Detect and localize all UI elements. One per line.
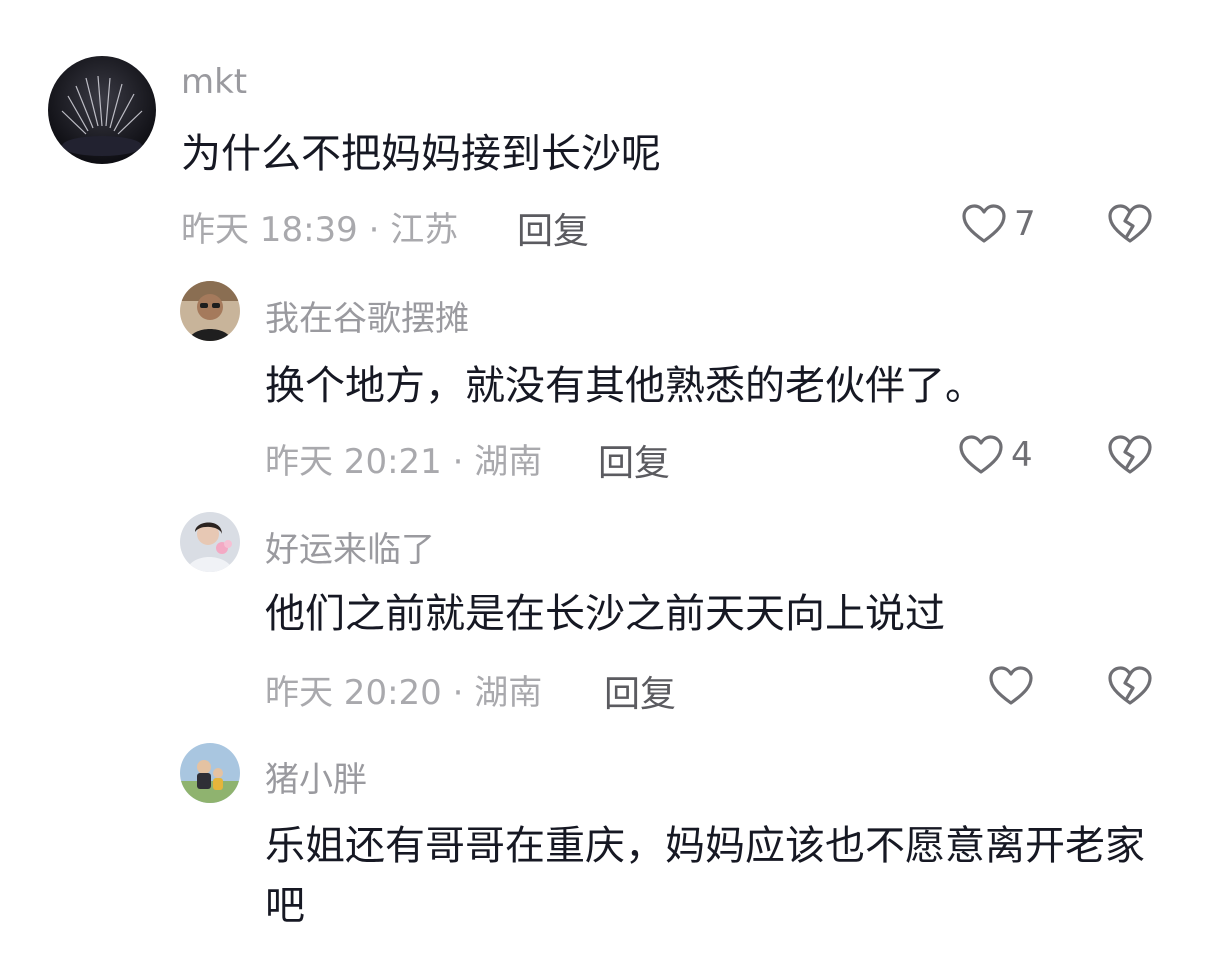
reply-item: 猪小胖 乐姐还有哥哥在重庆，妈妈应该也不愿意离开老家吧 bbox=[0, 0, 1206, 967]
avatar[interactable] bbox=[180, 743, 240, 803]
comment-text: 乐姐还有哥哥在重庆，妈妈应该也不愿意离开老家吧 bbox=[265, 823, 1145, 929]
comment-username[interactable]: 猪小胖 bbox=[265, 752, 367, 801]
